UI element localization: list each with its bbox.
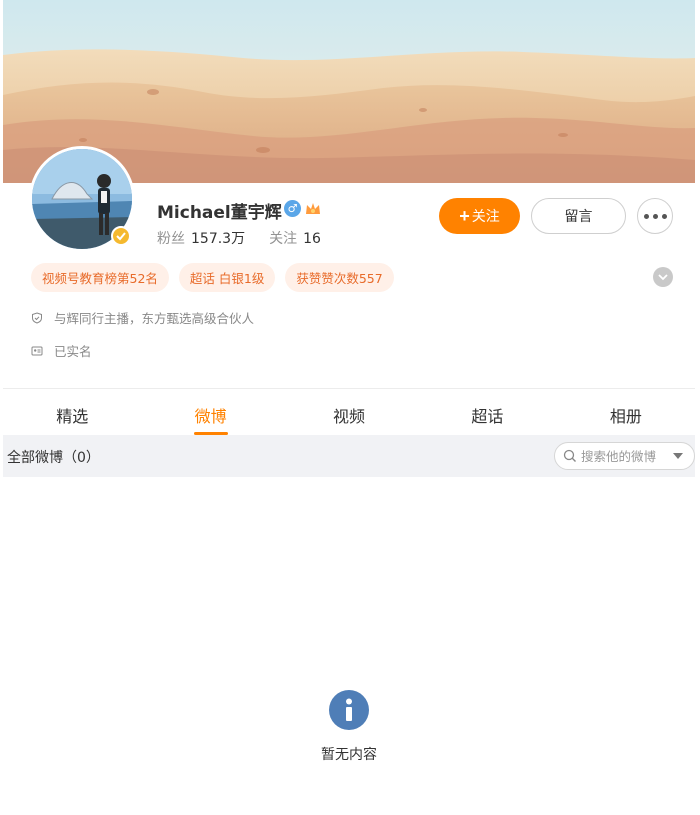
verification-text: 已实名 — [54, 344, 92, 359]
bio-text: 与辉同行主播，东方甄选高级合伙人 — [54, 311, 255, 326]
all-weibo-count[interactable]: 全部微博（0） — [7, 447, 100, 467]
followers-label[interactable]: 粉丝 — [157, 231, 185, 247]
following-label[interactable]: 关注 — [269, 231, 297, 247]
vip-crown-icon — [304, 200, 322, 217]
tab-super-topics[interactable]: 超话 — [418, 389, 556, 435]
filter-bar: 全部微博（0） — [3, 435, 695, 477]
followers-count[interactable]: 157.3万 — [191, 231, 245, 247]
shield-icon — [32, 311, 42, 324]
tab-albums[interactable]: 相册 — [557, 389, 695, 435]
dropdown-caret-icon[interactable] — [673, 453, 683, 459]
profile-tabs: 精选 微博 视频 超话 相册 — [3, 389, 695, 435]
profile-stats: 粉丝 157.3万 关注 16 — [157, 228, 321, 248]
profile-name: Michael董宇辉 — [157, 203, 282, 223]
id-card-icon — [31, 346, 43, 355]
bio-row: 与辉同行主播，东方甄选高级合伙人 — [31, 308, 254, 327]
empty-state-text: 暂无内容 — [321, 747, 377, 763]
follow-button[interactable]: + 关注 — [439, 198, 520, 234]
empty-state: 暂无内容 — [3, 690, 695, 764]
tab-weibo[interactable]: 微博 — [141, 389, 279, 435]
verification-row: 已实名 — [31, 341, 92, 360]
gender-male-icon: ♂ — [284, 200, 301, 217]
tag-super-topic[interactable]: 超话 白银1级 — [178, 263, 276, 292]
info-icon — [329, 690, 369, 730]
tab-featured[interactable]: 精选 — [3, 389, 141, 435]
search-box[interactable] — [554, 442, 695, 470]
verified-icon — [111, 226, 131, 246]
more-icon[interactable] — [637, 198, 673, 234]
search-icon — [563, 449, 576, 462]
tab-videos[interactable]: 视频 — [280, 389, 418, 435]
tag-likes[interactable]: 获赞赞次数557 — [285, 263, 394, 292]
tag-list: 视频号教育榜第52名 超话 白银1级 获赞赞次数557 — [31, 263, 394, 292]
chevron-down-icon[interactable] — [653, 267, 673, 287]
plus-icon: + — [459, 206, 470, 226]
search-input[interactable] — [581, 448, 665, 464]
tag-video-rank[interactable]: 视频号教育榜第52名 — [31, 263, 169, 292]
message-button[interactable]: 留言 — [531, 198, 626, 234]
profile-page: Michael董宇辉 ♂ 粉丝 157.3万 关注 16 + 关注 留言 视频号教育榜… — [3, 0, 695, 815]
following-count[interactable]: 16 — [303, 231, 321, 247]
follow-label: 关注 — [471, 208, 500, 224]
